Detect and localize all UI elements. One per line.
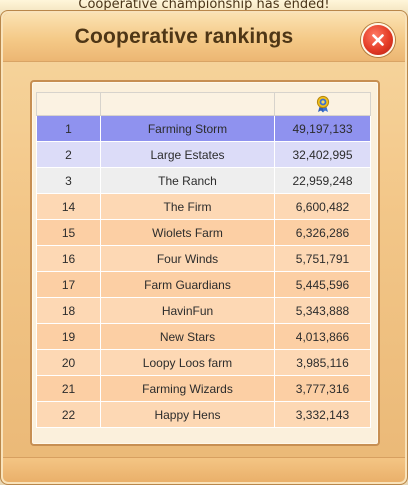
cooperative-name-cell: Four Winds [100, 245, 275, 272]
score-cell: 4,013,866 [274, 323, 371, 350]
table-header-row [36, 92, 371, 116]
score-cell: 6,326,286 [274, 219, 371, 246]
rankings-panel: 1 Farming Storm 49,197,133 2 Large Estates 32… [30, 80, 380, 446]
rank-cell: 3 [36, 167, 101, 194]
score-cell: 3,777,316 [274, 375, 371, 402]
table-row: 20 Loopy Loos farm 3,985,116 [36, 349, 371, 376]
dialog-footer [3, 457, 405, 482]
score-column-header [274, 92, 371, 116]
close-icon [372, 34, 384, 46]
table-row: 19 New Stars 4,013,866 [36, 323, 371, 350]
cooperative-rankings-dialog: Cooperative rankings 1 Farming Storm 49,… [0, 10, 408, 485]
rank-cell: 14 [36, 193, 101, 220]
cooperative-name-cell: Loopy Loos farm [100, 349, 275, 376]
rank-cell: 15 [36, 219, 101, 246]
dialog-title: Cooperative rankings [74, 25, 294, 48]
dialog-header: Cooperative rankings [3, 13, 405, 62]
rank-cell: 20 [36, 349, 101, 376]
score-cell: 3,985,116 [274, 349, 371, 376]
medal-icon [315, 95, 331, 113]
table-row: 3 The Ranch 22,959,248 [36, 167, 371, 194]
cooperative-name-cell: The Ranch [100, 167, 275, 194]
score-cell: 5,445,596 [274, 271, 371, 298]
score-cell: 22,959,248 [274, 167, 371, 194]
cooperative-name-cell: Happy Hens [100, 401, 275, 428]
rank-cell: 2 [36, 141, 101, 168]
close-button[interactable] [361, 23, 395, 57]
cooperative-name-cell: New Stars [100, 323, 275, 350]
rankings-table: 1 Farming Storm 49,197,133 2 Large Estates 32… [36, 92, 371, 428]
table-row: 16 Four Winds 5,751,791 [36, 245, 371, 272]
table-row: 18 HavinFun 5,343,888 [36, 297, 371, 324]
cooperative-name-cell: The Firm [100, 193, 275, 220]
cooperative-name-cell: Wiolets Farm [100, 219, 275, 246]
table-row: 22 Happy Hens 3,332,143 [36, 401, 371, 428]
score-cell: 3,332,143 [274, 401, 371, 428]
rank-cell: 22 [36, 401, 101, 428]
cooperative-name-cell: Farming Wizards [100, 375, 275, 402]
cooperative-name-cell: Farming Storm [100, 115, 275, 142]
rank-cell: 16 [36, 245, 101, 272]
rank-cell: 1 [36, 115, 101, 142]
rank-cell: 19 [36, 323, 101, 350]
table-row: 21 Farming Wizards 3,777,316 [36, 375, 371, 402]
cooperative-name-cell: HavinFun [100, 297, 275, 324]
table-row: 15 Wiolets Farm 6,326,286 [36, 219, 371, 246]
rank-column-header [36, 92, 101, 116]
score-cell: 5,343,888 [274, 297, 371, 324]
rank-cell: 21 [36, 375, 101, 402]
rank-cell: 18 [36, 297, 101, 324]
table-row: 1 Farming Storm 49,197,133 [36, 115, 371, 142]
score-cell: 49,197,133 [274, 115, 371, 142]
table-row: 14 The Firm 6,600,482 [36, 193, 371, 220]
cooperative-name-cell: Farm Guardians [100, 271, 275, 298]
name-column-header [100, 92, 275, 116]
rank-cell: 17 [36, 271, 101, 298]
score-cell: 32,402,995 [274, 141, 371, 168]
score-cell: 6,600,482 [274, 193, 371, 220]
table-row: 2 Large Estates 32,402,995 [36, 141, 371, 168]
score-cell: 5,751,791 [274, 245, 371, 272]
table-row: 17 Farm Guardians 5,445,596 [36, 271, 371, 298]
cooperative-name-cell: Large Estates [100, 141, 275, 168]
